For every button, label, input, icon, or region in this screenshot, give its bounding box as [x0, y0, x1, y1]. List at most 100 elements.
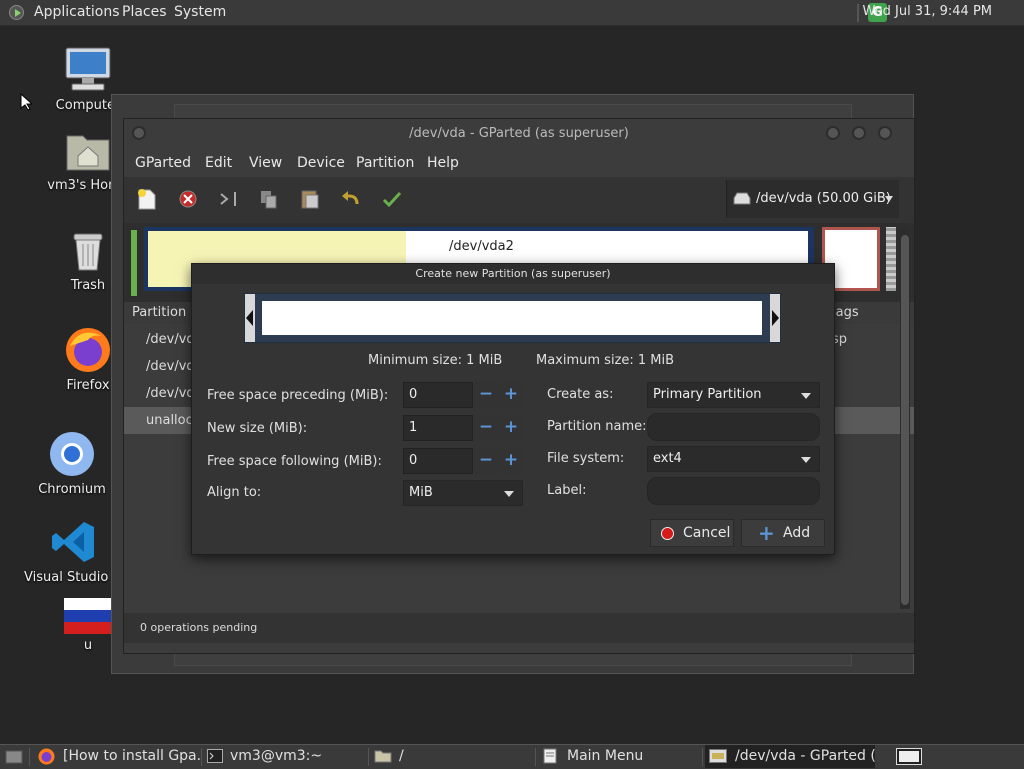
chevron-down-icon — [801, 393, 811, 399]
menu-partition[interactable]: Partition — [356, 155, 414, 171]
resize-move-icon[interactable] — [218, 188, 240, 210]
partition-block-small[interactable] — [130, 229, 138, 297]
decrement-button[interactable]: − — [474, 448, 498, 474]
copy-icon[interactable] — [258, 188, 280, 210]
menu-gparted[interactable]: GParted — [135, 155, 191, 171]
column-partition[interactable]: Partition — [132, 305, 186, 320]
russian-flag-icon — [64, 598, 112, 634]
free-space-following-label: Free space following (MiB): — [207, 454, 382, 469]
mouse-cursor-icon — [20, 93, 32, 111]
panel-separator — [857, 4, 859, 22]
increment-button[interactable]: + — [499, 448, 523, 474]
task-file-manager[interactable]: / — [371, 745, 535, 768]
add-button[interactable]: + Add — [741, 519, 825, 547]
task-firefox[interactable]: [How to install Gpa... — [35, 745, 201, 768]
gparted-icon — [709, 749, 727, 763]
applications-menu[interactable]: Applications — [34, 4, 120, 20]
file-system-label: File system: — [547, 451, 625, 466]
undo-icon[interactable] — [340, 188, 362, 210]
home-folder-icon — [64, 126, 112, 174]
mint-menu-icon[interactable] — [9, 5, 24, 20]
window-title: /dev/vda - GParted (as superuser) — [409, 126, 629, 141]
computer-icon — [64, 46, 112, 94]
top-panel: Applications Places System G Wed Jul 31,… — [0, 0, 1024, 26]
harddisk-icon — [733, 192, 751, 205]
create-as-select[interactable]: Primary Partition — [647, 382, 820, 408]
menu-edit[interactable]: Edit — [205, 155, 232, 171]
partition-name-input[interactable] — [647, 413, 820, 441]
workspace-switcher-icon[interactable] — [896, 748, 922, 765]
desktop-icon-chromium[interactable]: Chromium — [22, 430, 122, 497]
menu-view[interactable]: View — [249, 155, 282, 171]
folder-icon — [374, 750, 392, 763]
partition-size-graphic[interactable] — [244, 293, 781, 343]
new-size-spinner: 1 − + — [403, 415, 523, 441]
dialog-title: Create new Partition (as superuser) — [192, 264, 834, 284]
free-space-preceding-label: Free space preceding (MiB): — [207, 388, 389, 403]
label-label: Label: — [547, 483, 587, 498]
partition-name-label: Partition name: — [547, 419, 647, 434]
new-size-input[interactable]: 1 — [403, 415, 473, 441]
desktop-icon-label: Visual Studio Code — [24, 570, 124, 585]
device-label: /dev/vda (50.00 GiB) — [756, 191, 891, 206]
column-flags[interactable]: lags — [832, 305, 859, 320]
increment-button[interactable]: + — [499, 382, 523, 408]
chevron-down-icon — [801, 457, 811, 463]
status-text: 0 operations pending — [140, 621, 258, 634]
terminal-icon — [207, 749, 223, 763]
maximize-button[interactable] — [852, 126, 866, 140]
toolbar: /dev/vda (50.00 GiB) — [124, 177, 914, 223]
arrow-right-icon — [772, 310, 779, 326]
new-partition-icon[interactable] — [136, 188, 158, 210]
window-menu-button[interactable] — [132, 126, 146, 140]
align-to-select[interactable]: MiB — [403, 480, 523, 506]
close-button[interactable] — [878, 126, 892, 140]
cancel-icon — [661, 527, 674, 540]
create-as-value: Primary Partition — [653, 387, 762, 402]
places-menu[interactable]: Places — [122, 4, 167, 20]
decrement-button[interactable]: − — [474, 415, 498, 441]
trash-icon — [64, 226, 112, 274]
scrollbar[interactable] — [900, 229, 910, 609]
arrow-left-icon — [246, 310, 253, 326]
free-space-preceding-spinner: 0 − + — [403, 382, 523, 408]
cancel-label: Cancel — [683, 525, 731, 541]
menu-help[interactable]: Help — [427, 155, 459, 171]
paste-icon[interactable] — [299, 188, 321, 210]
cancel-button[interactable]: Cancel — [650, 519, 734, 547]
minimize-button[interactable] — [826, 126, 840, 140]
left-resize-handle[interactable] — [245, 294, 255, 342]
new-size-label: New size (MiB): — [207, 421, 308, 436]
desktop-icon-label: Chromium — [38, 482, 106, 497]
increment-button[interactable]: + — [499, 415, 523, 441]
free-space-following-input[interactable]: 0 — [403, 448, 473, 474]
partition-map-label: /dev/vda2 — [449, 239, 514, 254]
free-space-preceding-input[interactable]: 0 — [403, 382, 473, 408]
file-system-select[interactable]: ext4 — [647, 446, 820, 472]
desktop-icon-vscode[interactable]: Visual Studio Code — [24, 518, 124, 585]
create-partition-dialog[interactable]: Create new Partition (as superuser) Mini… — [191, 263, 835, 555]
firefox-icon — [38, 748, 55, 765]
scrollbar-thumb[interactable] — [901, 235, 909, 605]
menu-device[interactable]: Device — [297, 155, 345, 171]
right-resize-handle[interactable] — [770, 294, 780, 342]
device-selector[interactable]: /dev/vda (50.00 GiB) — [726, 180, 899, 218]
firefox-icon — [64, 326, 112, 374]
system-menu[interactable]: System — [174, 4, 226, 20]
decrement-button[interactable]: − — [474, 382, 498, 408]
show-desktop-icon[interactable] — [5, 749, 23, 765]
chevron-down-icon — [885, 196, 893, 202]
clock[interactable]: Wed Jul 31, 9:44 PM — [863, 4, 992, 19]
task-main-menu[interactable]: Main Menu — [538, 745, 702, 768]
chevron-down-icon — [504, 491, 514, 497]
delete-partition-icon[interactable] — [177, 188, 199, 210]
label-input[interactable] — [647, 477, 820, 505]
align-to-label: Align to: — [207, 485, 262, 500]
vscode-icon — [50, 518, 98, 566]
extra-block[interactable] — [886, 227, 896, 291]
add-icon: + — [758, 521, 775, 545]
task-gparted[interactable]: /dev/vda - GParted (... — [705, 745, 875, 768]
task-terminal[interactable]: vm3@vm3:~ — [204, 745, 368, 768]
apply-icon[interactable] — [381, 188, 403, 210]
add-label: Add — [783, 525, 811, 541]
